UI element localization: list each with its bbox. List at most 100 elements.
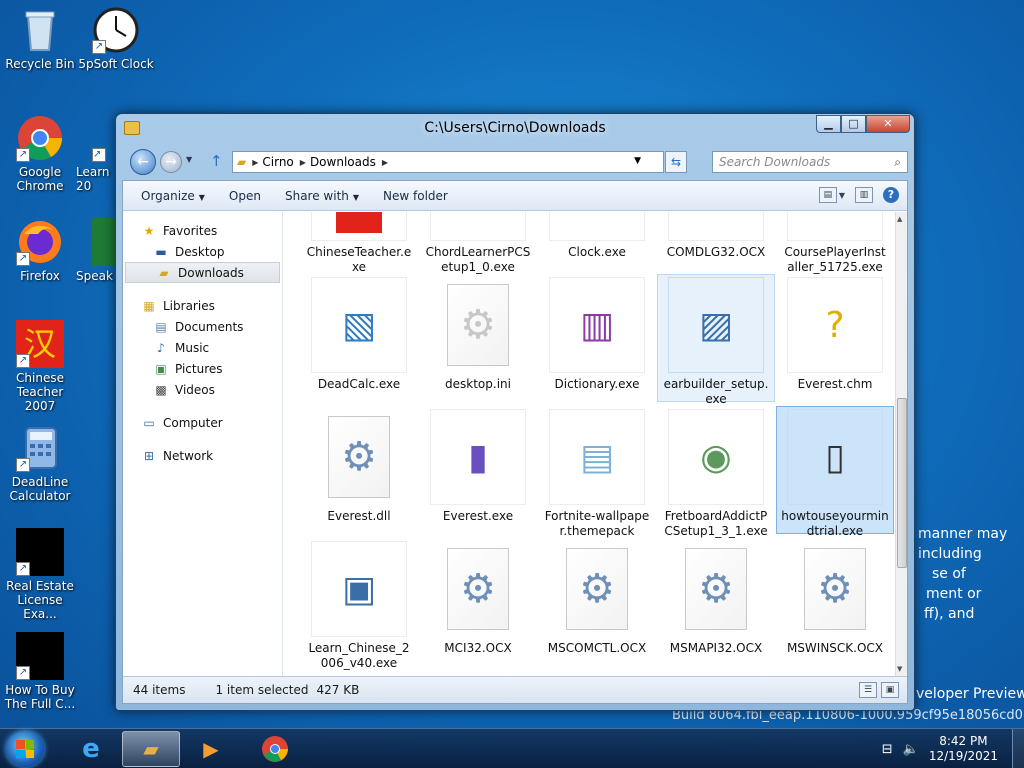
back-button[interactable]: ←	[130, 149, 156, 175]
nav-favorites[interactable]: ★ Favorites	[123, 220, 282, 241]
file-item[interactable]: ▥ Dictionary.exe	[538, 274, 656, 402]
nav-pictures[interactable]: ▣ Pictures	[123, 358, 282, 379]
firefox-icon: ↗	[16, 218, 64, 266]
chevron-right-icon[interactable]: ▶	[382, 158, 388, 167]
file-name: COMDLG32.OCX	[666, 245, 766, 259]
show-desktop-button[interactable]	[1012, 729, 1024, 768]
chevron-down-icon[interactable]: ▼	[634, 156, 641, 166]
file-item[interactable]: ⚙ COMDLG32.OCX	[657, 212, 775, 270]
file-item[interactable]: ▣ Learn_Chinese_2006_v40.exe	[300, 538, 418, 670]
file-name: ChordLearnerPCSetup1_0.exe	[425, 245, 531, 274]
file-name: CoursePlayerInstaller_51725.exe	[784, 245, 886, 274]
file-item[interactable]: ⚙ MSWINSCK.OCX	[776, 538, 894, 666]
desktop-icon-speak[interactable]: Speak	[76, 218, 116, 283]
file-item-selected[interactable]: ▯ howtouseyourmindtrial.exe	[776, 406, 894, 538]
up-arrow-icon[interactable]: ↑	[210, 152, 223, 170]
refresh-button[interactable]: ⇆	[665, 151, 687, 173]
large-icons-view-icon[interactable]: ▣	[881, 682, 899, 698]
close-button[interactable]: ✕	[866, 115, 910, 133]
file-item[interactable]: ChineseTeacher.exe	[300, 212, 418, 274]
nav-network[interactable]: ⊞ Network	[123, 445, 282, 466]
taskbar-ie[interactable]: e	[62, 731, 120, 767]
nav-documents[interactable]: ▤ Documents	[123, 316, 282, 337]
breadcrumb-cirno[interactable]: Cirno	[262, 155, 293, 169]
organize-button[interactable]: Organize ▼	[129, 189, 217, 203]
search-icon[interactable]: ⌕	[894, 155, 901, 170]
network-tray-icon[interactable]: ⊟	[882, 742, 893, 757]
change-view-icon[interactable]: ▤	[818, 187, 837, 203]
chevron-right-icon[interactable]: ▶	[300, 158, 306, 167]
file-item[interactable]: ▮ Everest.exe	[419, 406, 537, 534]
file-item[interactable]: ? Everest.chm	[776, 274, 894, 402]
media-player-icon: ▶	[203, 737, 219, 761]
file-item[interactable]: ▨ earbuilder_setup.exe	[657, 274, 775, 406]
title-bar[interactable]: C:\Users\Cirno\Downloads ▁ □ ✕	[116, 114, 914, 144]
scrollbar-thumb[interactable]	[897, 398, 907, 568]
file-item[interactable]: ▧ DeadCalc.exe	[300, 274, 418, 402]
desktop-icon-google-chrome[interactable]: ↗ Google Chrome	[0, 114, 80, 193]
preview-pane-icon[interactable]: ▥	[855, 187, 873, 203]
real-estate-app-icon: ↗	[16, 528, 64, 576]
nav-label: Downloads	[178, 265, 244, 280]
nav-downloads[interactable]: ▰ Downloads	[125, 262, 280, 283]
vertical-scrollbar[interactable]: ▲ ▼	[895, 212, 907, 676]
file-item[interactable]: ⚙ Everest.dll	[300, 406, 418, 534]
chevron-down-icon: ▼	[198, 192, 205, 202]
status-bar: 44 items 1 item selected 427 KB ☰ ▣	[123, 676, 907, 703]
desktop-icon-deadline-calculator[interactable]: ↗ DeadLine Calculator	[0, 424, 80, 503]
desktop-icon-firefox[interactable]: ↗ Firefox	[0, 218, 80, 283]
breadcrumb-downloads[interactable]: Downloads	[310, 155, 376, 169]
desktop-icon-learn[interactable]: ↗ Learn 20	[76, 114, 116, 193]
file-item[interactable]: ⚙ ChordLearnerPCSetup1_0.exe	[419, 212, 537, 274]
volume-icon[interactable]: 🔈	[903, 742, 919, 757]
explorer-window[interactable]: C:\Users\Cirno\Downloads ▁ □ ✕ ← → ▼ ↑ ▰…	[115, 113, 915, 711]
file-item[interactable]: ⚙ Clock.exe	[538, 212, 656, 270]
ocx-file-icon: ⚙	[549, 541, 645, 637]
open-button[interactable]: Open	[217, 189, 273, 203]
chrome-icon: ↗	[16, 114, 64, 162]
file-item[interactable]: ⚙ MSMAPI32.OCX	[657, 538, 775, 666]
share-with-label: Share with	[284, 188, 349, 203]
nav-videos[interactable]: ▩ Videos	[123, 379, 282, 400]
desktop-icon-chinese-teacher[interactable]: 汉 ↗ Chinese Teacher 2007	[0, 320, 80, 413]
chevron-down-icon[interactable]: ▼	[839, 191, 845, 200]
file-list[interactable]: ChineseTeacher.exe ⚙ ChordLearnerPCSetup1…	[284, 212, 895, 676]
file-item[interactable]: ▤ Fortnite-wallpaper.themepack	[538, 406, 656, 538]
forward-button[interactable]: →	[160, 151, 182, 173]
desktop-icon-real-estate[interactable]: ↗ Real Estate License Exa...	[0, 528, 80, 621]
file-item[interactable]: ⚙ MCI32.OCX	[419, 538, 537, 666]
recent-pages-dropdown-icon[interactable]: ▼	[186, 155, 192, 164]
nav-computer[interactable]: ▭ Computer	[123, 412, 282, 433]
internet-explorer-icon: e	[82, 734, 100, 764]
clock[interactable]: 8:42 PM 12/19/2021	[929, 734, 998, 764]
search-input[interactable]: Search Downloads ⌕	[712, 151, 908, 173]
share-with-button[interactable]: Share with ▼	[273, 189, 371, 203]
nav-libraries[interactable]: ▦ Libraries	[123, 295, 282, 316]
nav-music[interactable]: ♪ Music	[123, 337, 282, 358]
file-item[interactable]: ⚙ MSCOMCTL.OCX	[538, 538, 656, 666]
desktop-bg-text-2: including	[918, 546, 982, 562]
file-item[interactable]: ⚙ desktop.ini	[419, 274, 537, 402]
scroll-down-icon[interactable]: ▼	[897, 665, 902, 673]
file-item[interactable]: ⚙ CoursePlayerInstaller_51725.exe	[776, 212, 894, 274]
start-button[interactable]	[6, 731, 44, 767]
desktop-icon-5psoft-clock[interactable]: ↗ 5pSoft Clock	[76, 6, 156, 71]
details-view-icon[interactable]: ☰	[859, 682, 877, 698]
minimize-button[interactable]: ▁	[816, 115, 841, 133]
address-bar[interactable]: ▰ ▶ Cirno ▶ Downloads ▶ ▼ ⇆	[232, 151, 687, 173]
desktop-icon-how-to-buy[interactable]: ↗ How To Buy The Full C...	[0, 632, 80, 711]
taskbar-explorer[interactable]: ▰	[122, 731, 180, 767]
nav-desktop[interactable]: ▬ Desktop	[123, 241, 282, 262]
desktop-icon-recycle-bin[interactable]: Recycle Bin	[0, 6, 80, 71]
new-folder-button[interactable]: New folder	[371, 189, 460, 203]
installer-icon: ▨	[668, 277, 764, 373]
help-icon[interactable]: ?	[883, 187, 899, 203]
maximize-button[interactable]: □	[841, 115, 866, 133]
developer-preview-text: veloper Preview	[916, 686, 1024, 702]
taskbar-chrome[interactable]	[246, 731, 304, 767]
selection-size: 427 KB	[316, 683, 360, 697]
scroll-up-icon[interactable]: ▲	[897, 215, 902, 223]
taskbar-media-player[interactable]: ▶	[182, 731, 240, 767]
file-item[interactable]: ◉ FretboardAddictPCSetup1_3_1.exe	[657, 406, 775, 538]
chevron-right-icon[interactable]: ▶	[252, 158, 258, 167]
